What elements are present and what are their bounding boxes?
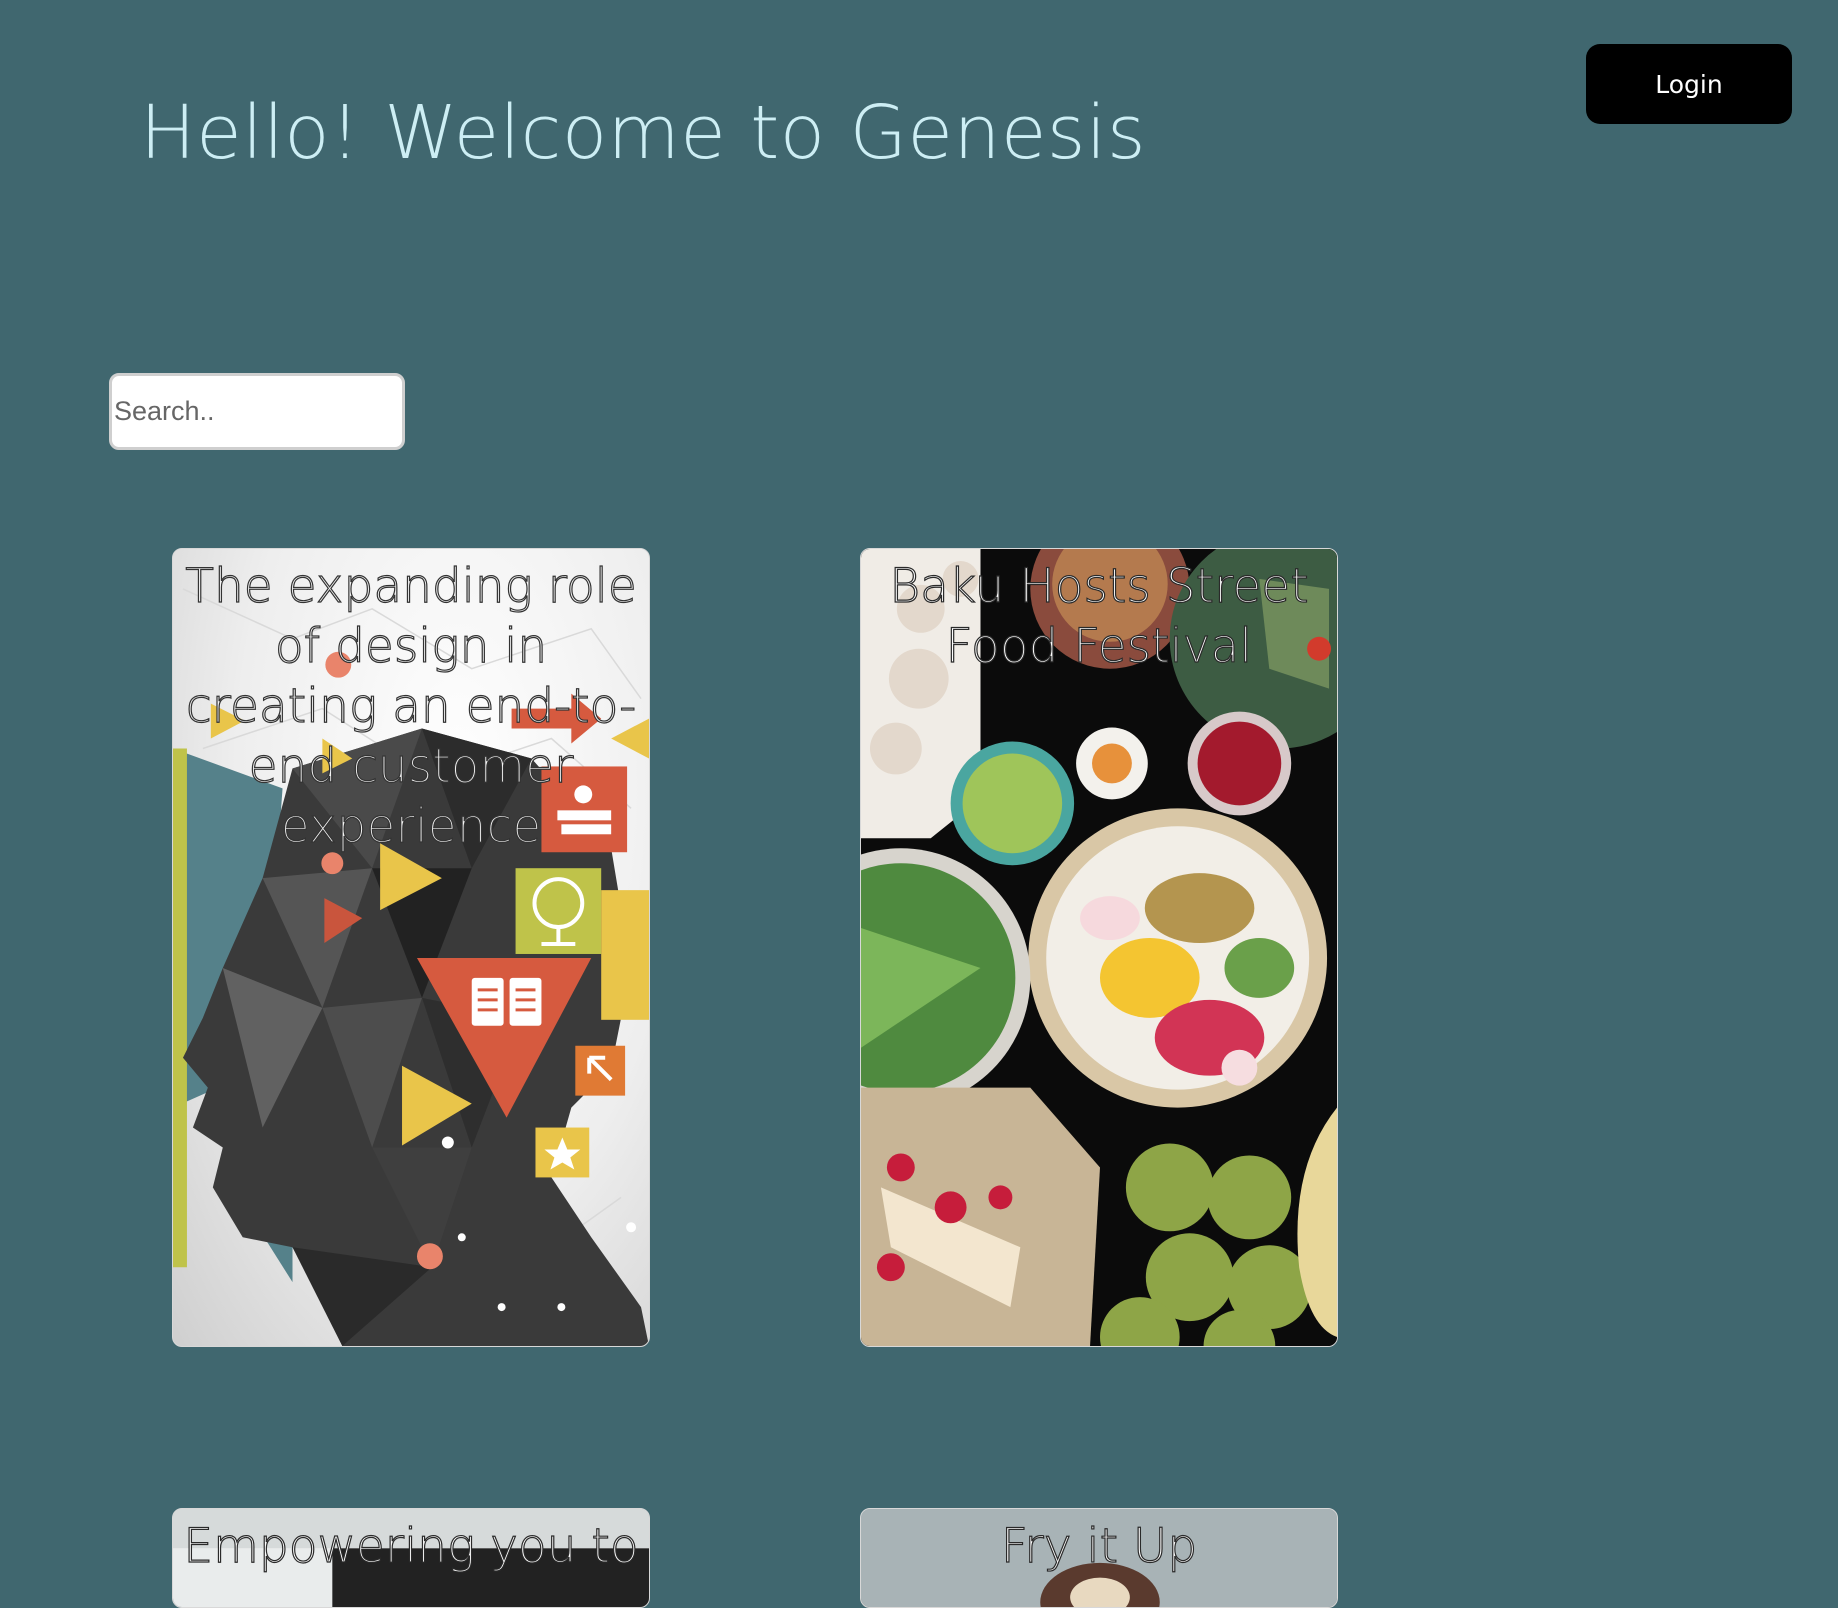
article-card-food[interactable]: Baku Hosts Street Food Festival [860,548,1338,1347]
card-title: Empowering you to [183,1518,639,1574]
page-title: Hello! Welcome to Genesis [140,90,1147,176]
search-input[interactable] [109,373,405,450]
login-button[interactable]: Login [1586,44,1792,124]
card-title: Fry it Up [1000,1518,1198,1574]
article-card-empowering[interactable]: Empowering you to [172,1508,650,1608]
card-title: The expanding role of design in creating… [185,558,638,854]
article-card-fry[interactable]: Fry it Up [860,1508,1338,1608]
card-title: Baku Hosts Street Food Festival [889,558,1310,674]
article-card-design[interactable]: The expanding role of design in creating… [172,548,650,1347]
